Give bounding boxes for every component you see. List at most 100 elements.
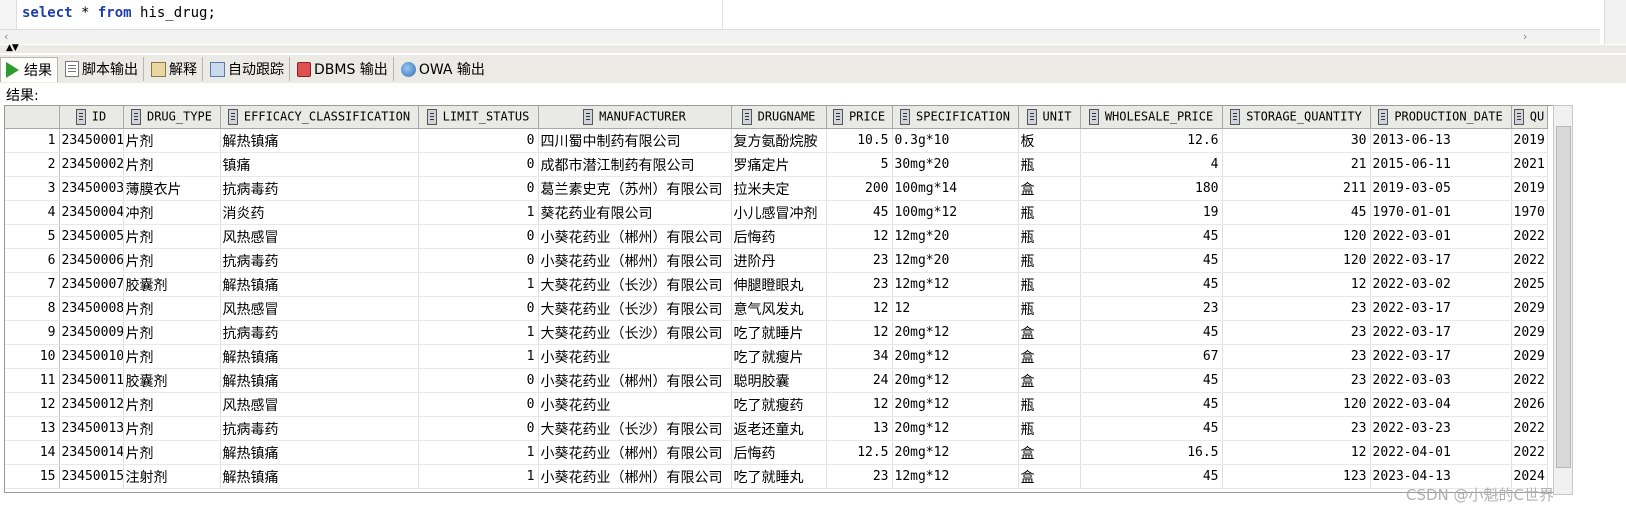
table-cell[interactable]: 抗病毒药 (220, 416, 419, 441)
table-cell[interactable]: 1 (418, 344, 539, 369)
table-cell[interactable]: 风热感冒 (220, 392, 419, 417)
table-cell[interactable]: 67 (1080, 344, 1223, 369)
table-cell[interactable]: 小葵花药业（郴州）有限公司 (538, 224, 732, 249)
table-cell[interactable]: 23450003 (59, 176, 124, 201)
table-cell[interactable]: 片剂 (123, 344, 221, 369)
table-cell[interactable]: 进阶丹 (731, 248, 827, 273)
table-cell[interactable]: 返老还童丸 (731, 416, 827, 441)
table-cell[interactable]: 2022-03-17 (1370, 296, 1512, 321)
table-row[interactable]: 14 23450014 片剂 解热镇痛 1 小葵花药业（郴州）有限公司 后悔药 12.5 20m… (5, 440, 1548, 465)
table-row[interactable]: 10 23450010 片剂 解热镇痛 1 小葵花药业 吃了就瘦片 34 20mg*12 盒 67 2… (5, 344, 1548, 369)
table-cell[interactable]: 2022- (1511, 440, 1548, 465)
table-row[interactable]: 2 23450002 片剂 镇痛 0 成都市潜江制药有限公司 罗痛定片 5 30mg*20 瓶 4 2… (5, 152, 1548, 177)
table-row[interactable]: 5 23450005 片剂 风热感冒 0 小葵花药业（郴州）有限公司 后悔药 12 12mg*2… (5, 224, 1548, 249)
table-cell[interactable]: 小葵花药业 (538, 344, 732, 369)
table-cell[interactable]: 胶囊剂 (123, 272, 221, 297)
table-cell[interactable]: 30mg*20 (892, 152, 1019, 177)
table-cell[interactable]: 片剂 (123, 224, 221, 249)
table-cell[interactable]: 2022- (1511, 368, 1548, 393)
table-cell[interactable]: 0 (418, 224, 539, 249)
table-cell[interactable]: 瓶 (1018, 296, 1081, 321)
table-cell[interactable]: 2019- (1511, 176, 1548, 201)
table-cell[interactable]: 小葵花药业 (538, 392, 732, 417)
table-cell[interactable]: 抗病毒药 (220, 248, 419, 273)
column-header[interactable]: EFFICACY_CLASSIFICATION (220, 106, 419, 129)
tab-autotrace[interactable]: 自动跟踪 (205, 57, 290, 81)
table-cell[interactable]: 12mg*12 (892, 464, 1019, 489)
table-cell[interactable]: 19 (1080, 200, 1223, 225)
table-cell[interactable]: 小葵花药业（郴州）有限公司 (538, 464, 732, 489)
table-cell[interactable]: 解热镇痛 (220, 440, 419, 465)
table-cell[interactable]: 23 (826, 248, 893, 273)
table-cell[interactable]: 2026- (1511, 392, 1548, 417)
table-cell[interactable]: 大葵花药业（长沙）有限公司 (538, 296, 732, 321)
table-cell[interactable]: 20mg*12 (892, 416, 1019, 441)
table-cell[interactable]: 211 (1222, 176, 1371, 201)
table-cell[interactable]: 23450014 (59, 440, 124, 465)
table-cell[interactable]: 2022-04-01 (1370, 440, 1512, 465)
table-cell[interactable]: 1 (418, 272, 539, 297)
tab-owa-output[interactable]: OWA 输出 (396, 57, 490, 81)
table-row[interactable]: 13 23450013 片剂 抗病毒药 0 大葵花药业（长沙）有限公司 返老还童丸 13 20m… (5, 416, 1548, 441)
table-cell[interactable]: 大葵花药业（长沙）有限公司 (538, 416, 732, 441)
table-cell[interactable]: 片剂 (123, 128, 221, 153)
grid-vertical-scrollbar[interactable] (1553, 105, 1573, 495)
table-cell[interactable]: 2022-03-23 (1370, 416, 1512, 441)
table-cell[interactable]: 消炎药 (220, 200, 419, 225)
table-cell[interactable]: 片剂 (123, 152, 221, 177)
table-row[interactable]: 12 23450012 片剂 风热感冒 0 小葵花药业 吃了就瘦药 12 20mg*12 瓶 45 1… (5, 392, 1548, 417)
table-cell[interactable]: 23 (1222, 416, 1371, 441)
table-cell[interactable]: 45 (826, 200, 893, 225)
table-cell[interactable]: 23 (1222, 320, 1371, 345)
table-cell[interactable]: 风热感冒 (220, 224, 419, 249)
table-cell[interactable]: 0 (418, 368, 539, 393)
table-cell[interactable]: 拉米夫定 (731, 176, 827, 201)
results-grid[interactable]: ID DRUG_TYPE EFFICACY_CLASSIFICATION LIMIT_… (4, 105, 1554, 493)
column-header[interactable]: STORAGE_QUANTITY (1222, 106, 1371, 129)
table-cell[interactable]: 1970-01-01 (1370, 200, 1512, 225)
table-cell[interactable]: 2022-03-04 (1370, 392, 1512, 417)
column-header[interactable]: MANUFACTURER (538, 106, 732, 129)
column-header[interactable]: LIMIT_STATUS (418, 106, 539, 129)
table-cell[interactable]: 12.5 (826, 440, 893, 465)
table-cell[interactable]: 瓶 (1018, 272, 1081, 297)
table-cell[interactable]: 2022-03-02 (1370, 272, 1512, 297)
editor-vertical-scrollbar[interactable] (1604, 0, 1626, 44)
table-cell[interactable]: 12 (826, 392, 893, 417)
table-cell[interactable]: 23450010 (59, 344, 124, 369)
table-cell[interactable]: 12mg*20 (892, 224, 1019, 249)
table-cell[interactable]: 2029- (1511, 320, 1548, 345)
table-cell[interactable]: 片剂 (123, 440, 221, 465)
table-cell[interactable]: 45 (1080, 464, 1223, 489)
table-cell[interactable]: 吃了就瘦药 (731, 392, 827, 417)
table-cell[interactable]: 吃了就瘦片 (731, 344, 827, 369)
table-cell[interactable]: 20mg*12 (892, 320, 1019, 345)
table-cell[interactable]: 小葵花药业（郴州）有限公司 (538, 368, 732, 393)
table-cell[interactable]: 后悔药 (731, 224, 827, 249)
table-cell[interactable]: 瓶 (1018, 392, 1081, 417)
table-cell[interactable]: 1 (418, 440, 539, 465)
table-row[interactable]: 4 23450004 冲剂 消炎药 1 葵花药业有限公司 小儿感冒冲剂 45 100mg*12 瓶… (5, 200, 1548, 225)
column-header[interactable]: DRUGNAME (731, 106, 827, 129)
table-cell[interactable]: 2019-03-05 (1370, 176, 1512, 201)
table-cell[interactable]: 180 (1080, 176, 1223, 201)
table-cell[interactable]: 2022-03-17 (1370, 344, 1512, 369)
table-row[interactable]: 3 23450003 薄膜衣片 抗病毒药 0 葛兰素史克（苏州）有限公司 拉米夫定 200 10… (5, 176, 1548, 201)
table-cell[interactable]: 小儿感冒冲剂 (731, 200, 827, 225)
table-cell[interactable]: 2029- (1511, 344, 1548, 369)
table-cell[interactable]: 2019- (1511, 128, 1548, 153)
table-cell[interactable]: 120 (1222, 248, 1371, 273)
table-cell[interactable]: 聪明胶囊 (731, 368, 827, 393)
table-cell[interactable]: 23 (826, 464, 893, 489)
table-cell[interactable]: 23450013 (59, 416, 124, 441)
table-cell[interactable]: 23 (1222, 296, 1371, 321)
table-cell[interactable]: 13 (826, 416, 893, 441)
table-cell[interactable]: 23450012 (59, 392, 124, 417)
table-cell[interactable]: 10.5 (826, 128, 893, 153)
table-cell[interactable]: 23 (826, 272, 893, 297)
table-cell[interactable]: 片剂 (123, 248, 221, 273)
table-cell[interactable]: 20mg*12 (892, 440, 1019, 465)
table-cell[interactable]: 解热镇痛 (220, 272, 419, 297)
table-cell[interactable]: 瓶 (1018, 416, 1081, 441)
table-cell[interactable]: 23450009 (59, 320, 124, 345)
